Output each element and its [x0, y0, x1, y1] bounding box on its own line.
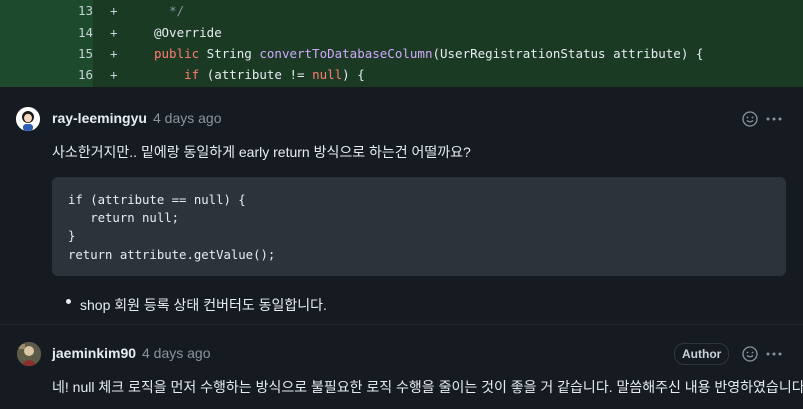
code-block: if (attribute == null) { return null; } …	[52, 177, 786, 276]
bullet-dot	[66, 299, 71, 304]
comment-divider	[0, 324, 803, 325]
comment-author[interactable]: ray-leemingyu	[52, 110, 147, 126]
avatar-image	[17, 342, 41, 366]
diff-line: 14 + @Override	[0, 23, 803, 43]
avatar[interactable]	[16, 107, 40, 131]
diff-line: 13 + */	[0, 1, 803, 21]
smiley-icon[interactable]	[740, 109, 760, 129]
diff-add-marker: +	[110, 46, 118, 61]
comment-body: 네! null 체크 로직을 먼저 수행하는 방식으로 불필요한 로직 수행을 …	[52, 379, 803, 395]
avatar[interactable]	[17, 342, 41, 366]
line-number[interactable]: 13	[0, 1, 93, 21]
kebab-icon[interactable]	[764, 344, 784, 364]
code-line: */	[169, 3, 185, 18]
diff-hunk: 13 + */ 14 + @Override 15 + public Strin…	[0, 0, 803, 87]
diff-add-marker: +	[110, 67, 118, 82]
comment-author[interactable]: jaeminkim90	[52, 345, 136, 361]
code-line: public String convertToDatabaseColumn(Us…	[154, 46, 704, 61]
diff-add-marker: +	[110, 3, 118, 18]
comment-timestamp[interactable]: 4 days ago	[153, 110, 222, 126]
diff-line: 15 + public String convertToDatabaseColu…	[0, 44, 803, 64]
line-number[interactable]: 14	[0, 23, 93, 43]
smiley-icon[interactable]	[740, 344, 760, 364]
diff-line: 16 + if (attribute != null) {	[0, 65, 803, 85]
list-item: shop 회원 등록 상태 컨버터도 동일합니다.	[80, 297, 327, 313]
line-number[interactable]: 15	[0, 44, 93, 64]
comment-timestamp[interactable]: 4 days ago	[142, 345, 211, 361]
line-number[interactable]: 16	[0, 65, 93, 85]
avatar-image	[16, 107, 40, 131]
code-snippet: if (attribute == null) { return null; } …	[68, 193, 276, 262]
code-line: if (attribute != null) {	[184, 67, 365, 82]
diff-add-marker: +	[110, 25, 118, 40]
comment-body: 사소한거지만.. 밑에랑 동일하게 early return 방식으로 하는건 …	[52, 144, 471, 160]
kebab-icon[interactable]	[764, 109, 784, 129]
author-badge: Author	[674, 343, 730, 365]
code-line: @Override	[154, 25, 222, 40]
